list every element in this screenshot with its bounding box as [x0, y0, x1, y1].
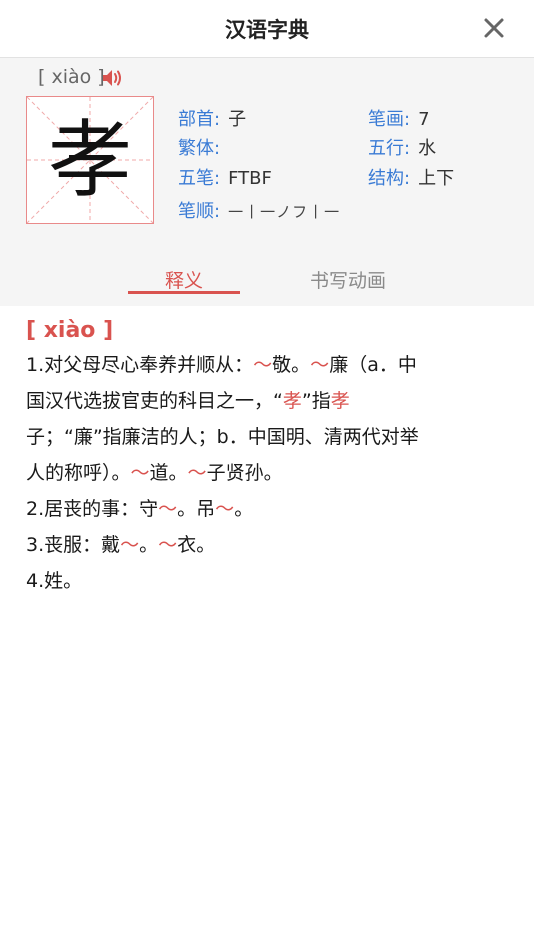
- wubi-value: FTBF: [228, 168, 272, 189]
- highlight-text: ～: [120, 534, 140, 556]
- highlight-text: ～: [253, 354, 273, 376]
- definition-text: 。吊: [177, 498, 216, 520]
- header-bar: 汉语字典: [0, 0, 534, 58]
- page-title: 汉语字典: [225, 18, 309, 42]
- definition-line: 子；“廉”指廉洁的人；b．中国明、清两代对举: [26, 419, 516, 455]
- definition-text: 子贤孙。: [206, 462, 283, 484]
- definition-text: 人的称呼）。: [26, 462, 131, 484]
- radical-value: 子: [228, 109, 247, 130]
- definition-text: 廉（a．中: [329, 354, 417, 376]
- five-elements-value: 水: [418, 138, 437, 159]
- definition-line: 4.姓。: [26, 563, 516, 599]
- definition-text: 。: [234, 498, 254, 520]
- highlight-text: ～: [310, 354, 330, 376]
- definition-text: 子；“廉”指廉洁的人；b．中国明、清两代对举: [26, 426, 419, 448]
- definition-line: 2.居丧的事：守～。吊～。: [26, 491, 516, 527]
- structure-label: 结构:: [368, 168, 411, 189]
- strokes-value: 7: [418, 109, 430, 130]
- highlight-text: ～: [215, 498, 235, 520]
- speaker-icon: [103, 70, 121, 86]
- highlight-text: ～: [130, 462, 150, 484]
- character-grid: 孝: [26, 96, 154, 224]
- definition-line: 1.对父母尽心奉养并顺从：～敬。～廉（a．中: [26, 347, 516, 383]
- highlight-text: ～: [187, 462, 207, 484]
- character-pinyin: [ xiào ]: [38, 66, 105, 88]
- wubi-row: 五笔: FTBF: [178, 164, 272, 190]
- character-panel: [ xiào ] 孝 部首: 子 笔画: 7 繁体: 五行: 水 五笔: FTBF 结构…: [0, 58, 534, 306]
- pronounce-button[interactable]: [102, 68, 124, 88]
- tab-writing-animation[interactable]: 书写动画: [292, 266, 404, 293]
- definition-text: 敬。: [272, 354, 311, 376]
- definition-pinyin: [ xiào ]: [26, 318, 114, 343]
- traditional-label: 繁体:: [178, 138, 221, 159]
- traditional-row: 繁体:: [178, 134, 228, 160]
- definition-text: ”指: [301, 390, 331, 412]
- five-elements-row: 五行: 水: [368, 134, 436, 160]
- stroke-order-value: 一丨一ノフ丨一: [228, 203, 341, 221]
- strokes-label: 笔画:: [368, 109, 411, 130]
- definition-content: [ xiào ] 1.对父母尽心奉养并顺从：～敬。～廉（a．中 国汉代选拔官吏的科…: [26, 318, 516, 599]
- highlight-text: 孝: [282, 390, 302, 412]
- highlight-text: 孝: [330, 390, 350, 412]
- highlight-text: ～: [158, 534, 178, 556]
- close-button[interactable]: [480, 14, 508, 42]
- stroke-order-label: 笔顺:: [178, 201, 221, 222]
- definition-line: 人的称呼）。～道。～子贤孙。: [26, 455, 516, 491]
- close-icon: [484, 18, 504, 38]
- definition-list: 1.对父母尽心奉养并顺从：～敬。～廉（a．中 国汉代选拔官吏的科目之一，“孝”指孝…: [26, 347, 516, 599]
- definition-text: 。: [139, 534, 159, 556]
- radical-row: 部首: 子: [178, 105, 246, 131]
- definition-text: 4.姓。: [26, 570, 83, 592]
- definition-text: 3.丧服：戴: [26, 534, 121, 556]
- strokes-row: 笔画: 7: [368, 105, 430, 131]
- definition-text: 2.居丧的事：守: [26, 498, 159, 520]
- radical-label: 部首:: [178, 109, 221, 130]
- structure-row: 结构: 上下: [368, 164, 454, 190]
- structure-value: 上下: [418, 168, 455, 189]
- definition-line: 3.丧服：戴～。～衣。: [26, 527, 516, 563]
- definition-text: 1.对父母尽心奉养并顺从：: [26, 354, 254, 376]
- character-glyph: 孝: [47, 111, 132, 209]
- stroke-order-row: 笔顺: 一丨一ノフ丨一: [178, 197, 340, 223]
- active-tab-indicator: [128, 291, 240, 294]
- definition-text: 国汉代选拔官吏的科目之一，“: [26, 390, 283, 412]
- definition-line: 国汉代选拔官吏的科目之一，“孝”指孝: [26, 383, 516, 419]
- definition-text: 道。: [149, 462, 188, 484]
- wubi-label: 五笔:: [178, 168, 221, 189]
- tab-definition[interactable]: 释义: [128, 266, 240, 293]
- five-elements-label: 五行:: [368, 138, 411, 159]
- highlight-text: ～: [158, 498, 178, 520]
- definition-text: 衣。: [177, 534, 216, 556]
